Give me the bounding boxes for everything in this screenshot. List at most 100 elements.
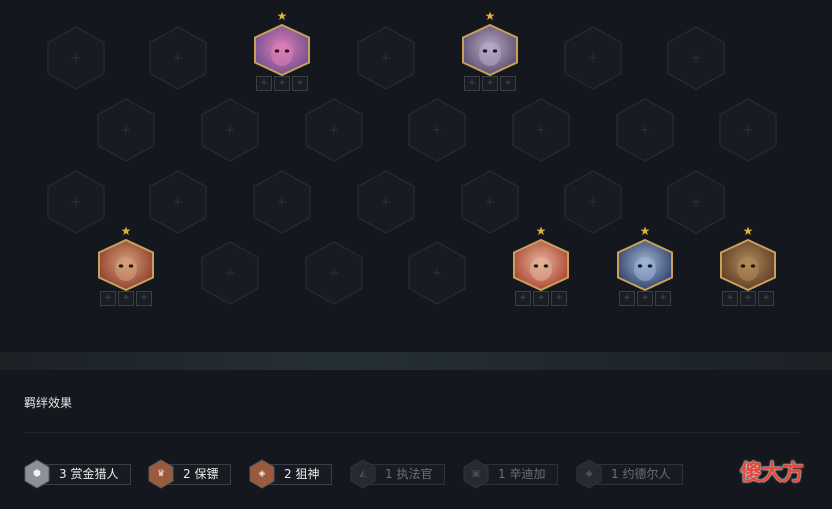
champion-3[interactable]: ★ + + +: [96, 225, 156, 307]
add-slot-icon: +: [328, 122, 340, 138]
trait-1[interactable]: ⬢ 3 赏金猎人: [24, 459, 132, 489]
trait-emblem-icon: ◆: [576, 459, 602, 489]
trait-emblem-icon: ▣: [463, 459, 489, 489]
item-slot[interactable]: +: [655, 291, 671, 306]
section-divider: [0, 352, 832, 370]
item-slot[interactable]: +: [100, 291, 116, 306]
trait-label: 2 保镖: [168, 463, 232, 485]
empty-board-slot[interactable]: +: [667, 26, 725, 90]
empty-board-slot[interactable]: +: [667, 170, 725, 234]
trait-2[interactable]: ♛ 2 保镖: [148, 459, 232, 489]
empty-board-slot[interactable]: +: [564, 170, 622, 234]
empty-board-slot[interactable]: +: [408, 98, 466, 162]
trait-emblem-icon: ♛: [148, 459, 174, 489]
trait-emblem-icon: ◭: [350, 459, 376, 489]
add-slot-icon: +: [276, 194, 288, 210]
item-slot[interactable]: +: [256, 76, 272, 91]
empty-board-slot[interactable]: +: [305, 98, 363, 162]
item-slot[interactable]: +: [637, 291, 653, 306]
item-slots: + + +: [464, 76, 516, 91]
champion-portrait: [462, 23, 518, 80]
trait-emblem-icon: ◈: [249, 459, 275, 489]
item-slot[interactable]: +: [722, 291, 738, 306]
trait-4[interactable]: ◭ 1 执法官: [350, 459, 446, 489]
item-slot[interactable]: +: [274, 76, 290, 91]
add-slot-icon: +: [742, 122, 754, 138]
empty-board-slot[interactable]: +: [357, 26, 415, 90]
item-slot[interactable]: +: [551, 291, 567, 306]
add-slot-icon: +: [535, 122, 547, 138]
trait-3[interactable]: ◈ 2 狙神: [249, 459, 333, 489]
item-slots: + + +: [256, 76, 308, 91]
trait-6[interactable]: ◆ 1 约德尔人: [576, 459, 684, 489]
item-slot[interactable]: +: [740, 291, 756, 306]
item-slot[interactable]: +: [515, 291, 531, 306]
trait-label: 1 执法官: [370, 463, 446, 485]
item-slot[interactable]: +: [533, 291, 549, 306]
site-watermark: 傻大方: [740, 461, 804, 486]
empty-board-slot[interactable]: +: [305, 241, 363, 305]
team-board: + + + + + + + + + + + + + + + + + + + + + + ★ + + + ★ + + + ★ + + + ★: [0, 0, 832, 350]
trait-5[interactable]: ▣ 1 辛迪加: [463, 459, 559, 489]
empty-board-slot[interactable]: +: [149, 170, 207, 234]
champion-1[interactable]: ★ + + +: [252, 10, 312, 92]
item-slot[interactable]: +: [500, 76, 516, 91]
star-level-icon: ★: [120, 224, 132, 238]
empty-board-slot[interactable]: +: [564, 26, 622, 90]
add-slot-icon: +: [224, 265, 236, 281]
item-slot[interactable]: +: [464, 76, 480, 91]
champion-portrait: [617, 238, 673, 295]
item-slots: + + +: [515, 291, 567, 306]
add-slot-icon: +: [328, 265, 340, 281]
item-slot[interactable]: +: [758, 291, 774, 306]
empty-board-slot[interactable]: +: [408, 241, 466, 305]
trait-label: 1 辛迪加: [483, 463, 559, 485]
empty-board-slot[interactable]: +: [616, 98, 674, 162]
trait-emblem-icon: ⬢: [24, 459, 50, 489]
trait-label: 3 赏金猎人: [44, 463, 132, 485]
empty-board-slot[interactable]: +: [512, 98, 570, 162]
star-level-icon: ★: [484, 9, 496, 23]
trait-label: 1 约德尔人: [596, 463, 684, 485]
item-slot[interactable]: +: [292, 76, 308, 91]
empty-board-slot[interactable]: +: [201, 241, 259, 305]
empty-board-slot[interactable]: +: [201, 98, 259, 162]
champion-portrait: [98, 238, 154, 295]
add-slot-icon: +: [380, 194, 392, 210]
champion-2[interactable]: ★ + + +: [460, 10, 520, 92]
star-level-icon: ★: [742, 224, 754, 238]
item-slot[interactable]: +: [619, 291, 635, 306]
add-slot-icon: +: [431, 122, 443, 138]
add-slot-icon: +: [172, 194, 184, 210]
empty-board-slot[interactable]: +: [47, 26, 105, 90]
item-slots: + + +: [722, 291, 774, 306]
empty-board-slot[interactable]: +: [357, 170, 415, 234]
champion-5[interactable]: ★ + + +: [615, 225, 675, 307]
champion-portrait: [254, 23, 310, 80]
item-slot[interactable]: +: [482, 76, 498, 91]
add-slot-icon: +: [431, 265, 443, 281]
empty-board-slot[interactable]: +: [719, 98, 777, 162]
add-slot-icon: +: [639, 122, 651, 138]
add-slot-icon: +: [380, 50, 392, 66]
champion-6[interactable]: ★ + + +: [718, 225, 778, 307]
empty-board-slot[interactable]: +: [253, 170, 311, 234]
add-slot-icon: +: [587, 194, 599, 210]
add-slot-icon: +: [690, 194, 702, 210]
item-slot[interactable]: +: [118, 291, 134, 306]
champion-portrait: [720, 238, 776, 295]
add-slot-icon: +: [70, 50, 82, 66]
trait-label: 2 狙神: [269, 463, 333, 485]
item-slot[interactable]: +: [136, 291, 152, 306]
empty-board-slot[interactable]: +: [149, 26, 207, 90]
item-slots: + + +: [619, 291, 671, 306]
empty-board-slot[interactable]: +: [97, 98, 155, 162]
panel-rule: [24, 432, 800, 433]
add-slot-icon: +: [587, 50, 599, 66]
champion-4[interactable]: ★ + + +: [511, 225, 571, 307]
star-level-icon: ★: [535, 224, 547, 238]
star-level-icon: ★: [639, 224, 651, 238]
champion-portrait: [513, 238, 569, 295]
synergy-panel: 羁绊效果 ⬢ 3 赏金猎人 ♛ 2 保镖 ◈ 2 狙神 ◭ 1 执法官 ▣ 1 辛迪加 ◆ 1 约德尔…: [0, 370, 832, 509]
star-level-icon: ★: [276, 9, 288, 23]
